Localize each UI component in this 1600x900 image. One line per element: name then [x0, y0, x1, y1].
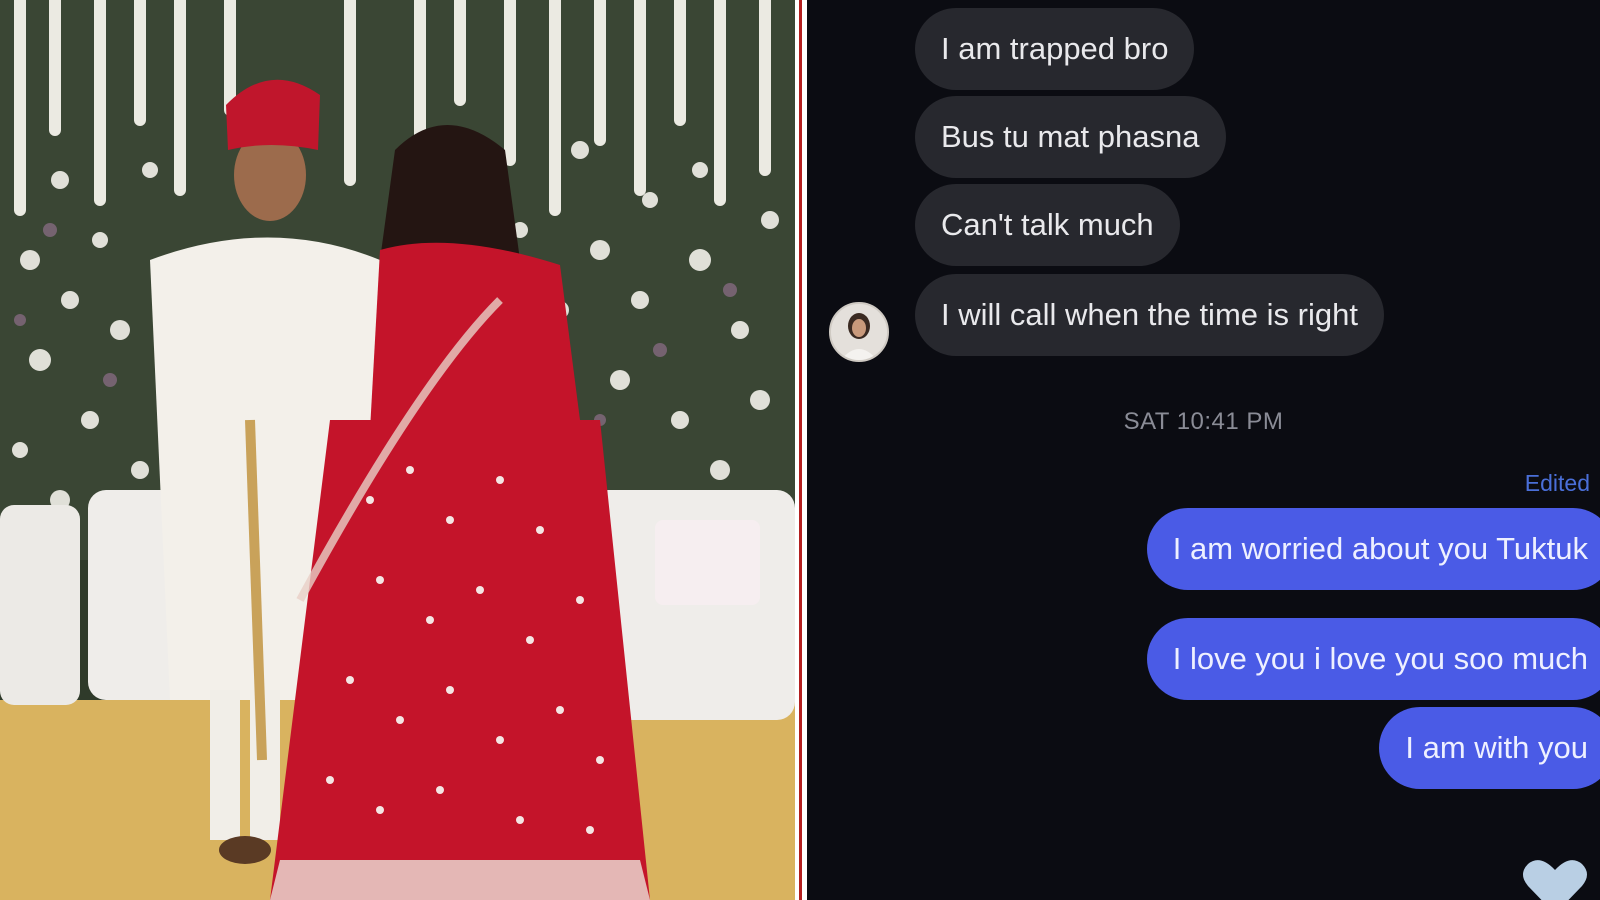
incoming-message: I will call when the time is right: [915, 274, 1384, 356]
message-text: Can't talk much: [941, 207, 1154, 242]
message-text: I love you i love you soo much: [1172, 641, 1588, 676]
outgoing-message: I am with you: [1379, 707, 1600, 789]
message-text: I am trapped bro: [941, 31, 1169, 66]
outgoing-message: I am worried about you Tuktuk: [1146, 508, 1600, 590]
message-text: I will call when the time is right: [941, 297, 1358, 332]
message-text: I am worried about you Tuktuk: [1172, 531, 1588, 566]
wedding-photo: [0, 0, 795, 900]
panel-divider: [795, 0, 807, 900]
incoming-message: Bus tu mat phasna: [915, 96, 1226, 178]
contact-avatar[interactable]: [829, 302, 889, 362]
incoming-message: Can't talk much: [915, 184, 1180, 266]
message-timestamp: SAT 10:41 PM: [1123, 408, 1284, 435]
composite-image: I am trapped bro Bus tu mat phasna Can't…: [0, 0, 1600, 900]
message-text: I am with you: [1405, 730, 1588, 765]
heart-icon[interactable]: [1520, 856, 1590, 900]
incoming-message: I am trapped bro: [915, 8, 1195, 90]
chat-panel: I am trapped bro Bus tu mat phasna Can't…: [807, 0, 1600, 900]
wedding-photo-illustration: [0, 0, 795, 900]
message-text: Bus tu mat phasna: [941, 119, 1200, 154]
avatar-image: [831, 304, 887, 360]
edited-label: Edited: [1524, 470, 1590, 496]
outgoing-message: I love you i love you soo much: [1146, 618, 1600, 700]
